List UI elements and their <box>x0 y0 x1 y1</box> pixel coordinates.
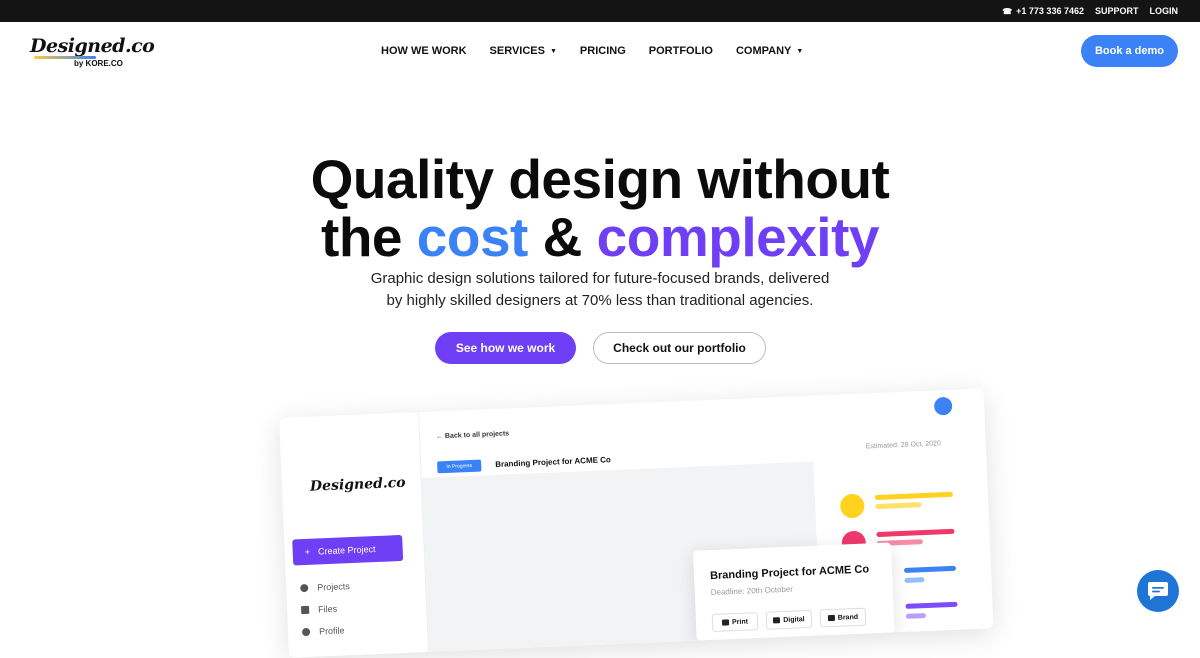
mockup-nav-item: Files <box>300 597 351 621</box>
mockup-back-label: Back to all projects <box>444 430 510 441</box>
logo-byline: by KORE.CO <box>74 59 123 68</box>
top-bar: ☎ +1 773 336 7462 SUPPORT LOGIN <box>0 0 1200 22</box>
mockup-nav-item: Profile <box>301 619 352 643</box>
mockup-nav-item: Projects <box>300 575 350 599</box>
files-icon <box>300 605 310 615</box>
mockup-project-card: Branding Project for ACME Co Deadline: 2… <box>693 542 895 641</box>
hero-title-the: the <box>321 206 417 268</box>
hero-title-complexity: complexity <box>596 206 880 268</box>
login-link[interactable]: LOGIN <box>1150 6 1179 16</box>
arrow-left-icon: ← <box>435 433 444 441</box>
card-deadline: Deadline: 20th October <box>710 584 794 598</box>
nav-item-label: COMPANY <box>735 45 792 57</box>
monitor-icon <box>773 617 781 624</box>
pink-bar <box>876 528 955 538</box>
chip-label: Brand <box>837 613 859 622</box>
mockup-nav-label: Files <box>317 603 338 615</box>
purple-bar <box>905 613 927 619</box>
mockup-sidebar: Designed.co + Create Project Projects Fi… <box>279 412 430 658</box>
nav-item-company[interactable]: COMPANY ▼ <box>736 45 803 57</box>
mockup-nav: Projects Files Profile <box>300 575 352 643</box>
yellow-swatch <box>839 493 865 519</box>
mockup-nav-label: Profile <box>318 625 345 637</box>
hero-title-line1: Quality design without <box>310 148 890 210</box>
mockup-window: Designed.co + Create Project Projects Fi… <box>279 388 994 658</box>
purple-bar <box>905 601 958 609</box>
mockup-estimated-date: Estimated: 28 Oct, 2020 <box>865 440 942 451</box>
caret-down-icon: ▼ <box>796 47 804 55</box>
hero-title-cost: cost <box>416 206 529 268</box>
portfolio-button[interactable]: Check out our portfolio <box>593 332 766 364</box>
mockup-logo: Designed.co <box>309 474 406 495</box>
yellow-bar <box>874 491 953 501</box>
chip-label: Digital <box>783 615 805 624</box>
book-demo-button[interactable]: Book a demo <box>1081 35 1178 67</box>
profile-icon <box>301 627 311 637</box>
nav-item-label: PORTFOLIO <box>648 45 713 57</box>
chip-digital: Digital <box>765 609 813 630</box>
mockup-back-link: ← Back to all projects <box>436 430 509 440</box>
nav-item-label: PRICING <box>579 45 626 57</box>
avatar <box>933 396 953 416</box>
phone-number: +1 773 336 7462 <box>1016 6 1084 16</box>
caret-down-icon: ▼ <box>549 47 557 55</box>
chip-label: Print <box>731 618 749 626</box>
nav-item-pricing[interactable]: PRICING <box>580 45 626 57</box>
card-title: Branding Project for ACME Co <box>709 563 870 583</box>
mockup-create-label: Create Project <box>317 544 376 557</box>
dashboard-mockup: Designed.co + Create Project Projects Fi… <box>278 362 998 658</box>
support-link[interactable]: SUPPORT <box>1095 6 1139 16</box>
image-icon <box>827 614 835 622</box>
blue-bar <box>903 565 957 573</box>
nav-item-portfolio[interactable]: PORTFOLIO <box>649 45 713 57</box>
main-navigation: Designed.co by KORE.CO HOW WE WORK SERVI… <box>0 22 1200 80</box>
hero-subtitle-line2: by highly skilled designers at 70% less … <box>386 292 814 309</box>
chip-brand: Brand <box>819 607 867 628</box>
logo-wordmark: Designed.co <box>30 35 155 57</box>
chat-button[interactable] <box>1137 570 1179 612</box>
nav-item-label: SERVICES <box>489 45 545 57</box>
yellow-bar <box>875 502 922 510</box>
nav-item-how-we-work[interactable]: HOW WE WORK <box>381 45 467 57</box>
phone-link[interactable]: ☎ +1 773 336 7462 <box>1002 6 1084 16</box>
chip-print: Print <box>711 612 759 633</box>
hero-title-amp: & <box>527 206 597 268</box>
mockup-nav-label: Projects <box>317 581 350 593</box>
mockup-create-project-button: + Create Project <box>292 534 404 566</box>
plus-icon: + <box>304 546 311 558</box>
chat-bubble-icon <box>1148 582 1168 600</box>
nav-item-label: HOW WE WORK <box>381 45 467 57</box>
card-chips: Print Digital Brand <box>711 607 867 633</box>
hero-subtitle: Graphic design solutions tailored for fu… <box>300 268 900 312</box>
phone-icon: ☎ <box>1002 6 1013 16</box>
see-how-we-work-button[interactable]: See how we work <box>435 332 576 364</box>
mockup-main: ← Back to all projects In Progress Brand… <box>419 388 994 652</box>
nav-item-services[interactable]: SERVICES ▼ <box>490 45 557 57</box>
projects-icon <box>300 583 309 593</box>
hero-subtitle-line1: Graphic design solutions tailored for fu… <box>370 270 830 287</box>
status-badge: In Progress <box>437 459 482 474</box>
print-icon <box>721 619 730 626</box>
mockup-project-title: Branding Project for ACME Co <box>495 455 612 469</box>
nav-menu: HOW WE WORK SERVICES ▼ PRICING PORTFOLIO… <box>381 22 826 80</box>
hero-title: Quality design without the cost & comple… <box>200 150 1000 266</box>
blue-bar <box>904 577 925 583</box>
site-logo[interactable]: Designed.co by KORE.CO <box>30 35 155 71</box>
